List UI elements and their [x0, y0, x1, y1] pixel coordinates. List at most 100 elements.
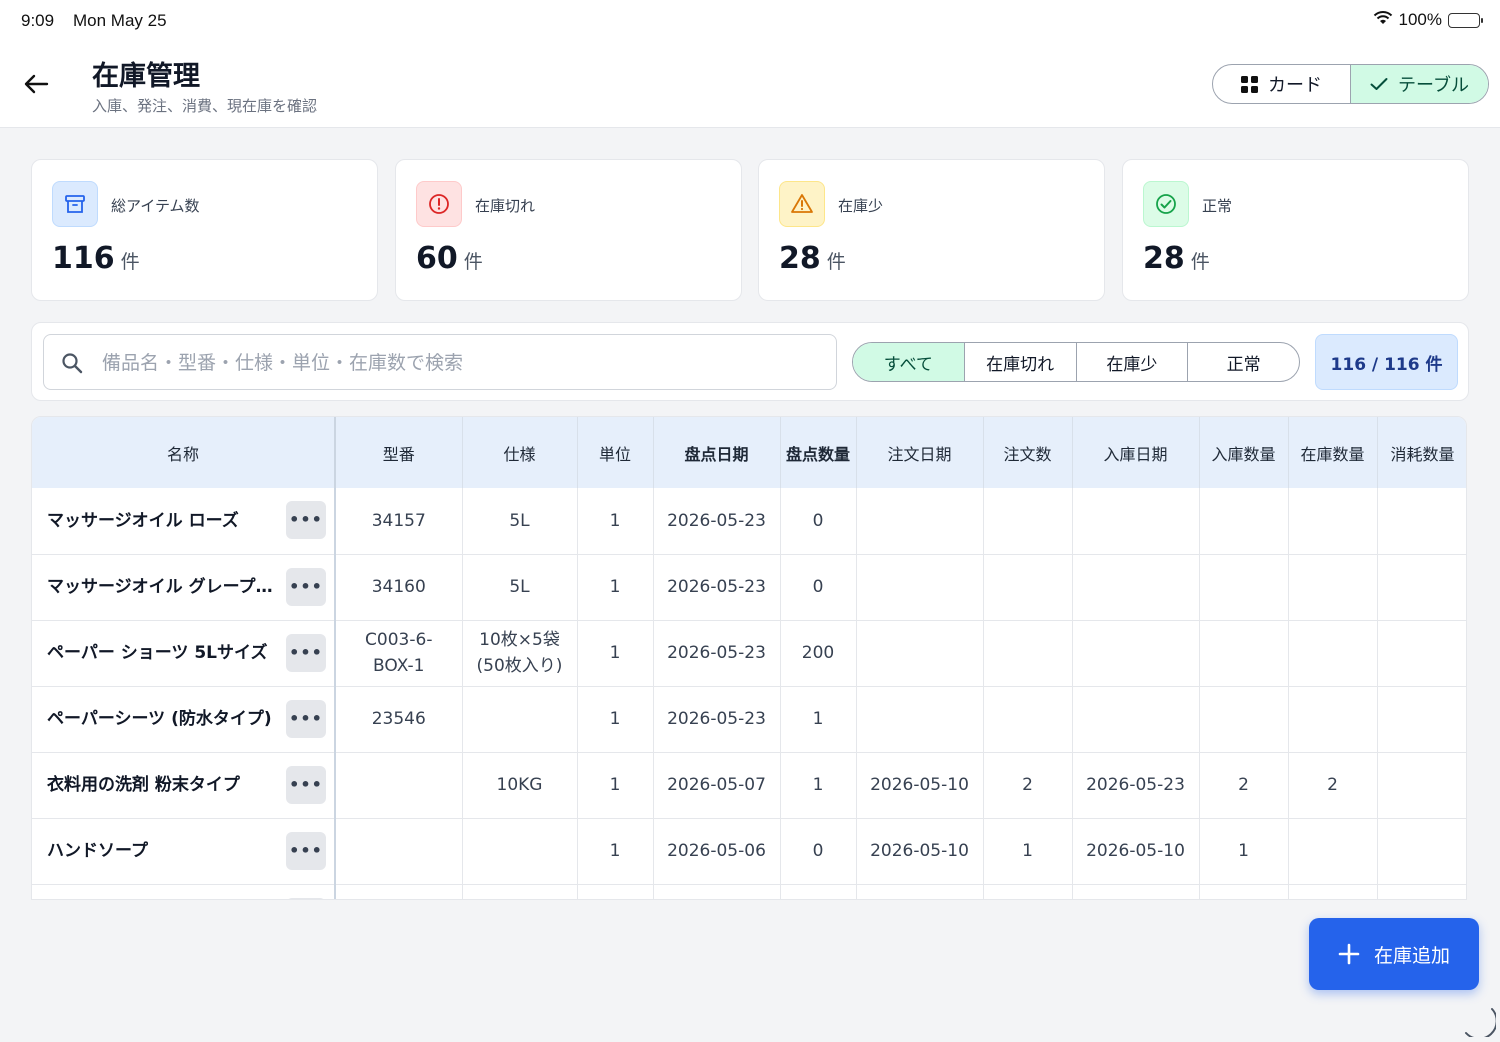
table-cell	[1377, 884, 1466, 899]
result-count-badge: 116 / 116 件	[1315, 334, 1458, 390]
filter-all[interactable]: すべて	[853, 343, 964, 381]
table-cell: 34157	[335, 488, 463, 555]
table-row[interactable]: ハンドソープ ••• 1 2026-05-06 0 2026-05-10 1 2026-05-…	[32, 818, 1466, 885]
page-title: 在庫管理	[92, 61, 200, 92]
column-header[interactable]: 単位	[577, 417, 654, 488]
stat-card-low-stock: 在庫少 28 件	[758, 159, 1105, 301]
column-header[interactable]: 名称	[32, 417, 336, 488]
table-cell	[462, 884, 578, 899]
table-cell: 23546	[335, 686, 463, 753]
column-header[interactable]: 入庫日期	[1072, 417, 1200, 488]
arrow-left-icon	[24, 74, 49, 94]
table-row[interactable]: マッサージオイル グレープフルーツ•••341605L12026-05-230	[32, 554, 1466, 621]
status-date: Mon May 25	[73, 11, 167, 30]
stat-label: 正常	[1202, 197, 1233, 215]
table-cell: 1	[780, 686, 857, 753]
stat-label: 総アイテム数	[111, 197, 200, 215]
column-header[interactable]: 型番	[335, 417, 463, 488]
check-circle-icon	[1143, 181, 1189, 227]
more-options-icon[interactable]: •••	[286, 633, 326, 672]
table-cell: 2	[983, 752, 1073, 819]
view-table-label: テーブル	[1398, 75, 1469, 96]
table-cell	[1072, 488, 1200, 555]
table-row[interactable]: •••	[32, 884, 1466, 899]
add-stock-label: 在庫追加	[1373, 944, 1450, 967]
column-header[interactable]: 消耗数量	[1377, 417, 1466, 488]
table-cell	[983, 554, 1073, 621]
filter-out-of-stock[interactable]: 在庫切れ	[963, 343, 1076, 381]
table-cell: 2	[1199, 752, 1289, 819]
table-cell: 0	[780, 818, 857, 885]
column-header[interactable]: 盘点日期	[653, 417, 781, 488]
item-name-cell: ペーパー ショーツ 5Lサイズ •••	[32, 620, 336, 687]
stat-value: 116 件	[52, 241, 140, 276]
table-row[interactable]: ペーパーシーツ (防水タイプ) ••• 23546 1 2026-05-23 1	[32, 686, 1466, 753]
view-card-label: カード	[1268, 75, 1322, 96]
table-cell: 2026-05-10	[856, 752, 984, 819]
table-row[interactable]: ペーパー ショーツ 5Lサイズ ••• C003-6-BOX-1 10枚×5袋 (50…	[32, 620, 1466, 687]
more-options-icon[interactable]: •••	[286, 501, 326, 539]
table-cell: 1	[577, 818, 654, 885]
table-cell: 2026-05-06	[653, 818, 781, 885]
search-input[interactable]	[102, 343, 822, 383]
table-cell: C003-6-BOX-1	[335, 620, 463, 687]
column-header[interactable]: 入庫数量	[1199, 417, 1289, 488]
table-cell	[856, 884, 984, 899]
more-options-icon[interactable]: •••	[286, 765, 326, 804]
item-name-cell: •••	[32, 884, 336, 899]
table-cell	[335, 752, 463, 819]
column-header[interactable]: 注文日期	[856, 417, 984, 488]
table-cell	[983, 884, 1073, 899]
warning-triangle-icon	[779, 181, 825, 227]
table-row[interactable]: 衣料用の洗剤 粉末タイプ ••• 10KG 1 2026-05-07 1 2026-05-1…	[32, 752, 1466, 819]
table-cell	[1072, 620, 1200, 687]
table-cell: 2026-05-10	[1072, 818, 1200, 885]
search-box	[43, 334, 837, 390]
view-table-button[interactable]: テーブル	[1350, 65, 1488, 103]
status-right: 100%	[1373, 10, 1483, 30]
grid-icon	[1241, 75, 1258, 93]
table-cell: 1	[577, 554, 654, 621]
table-cell: 1	[577, 752, 654, 819]
more-options-icon[interactable]: •••	[286, 699, 326, 738]
column-header[interactable]: 在庫数量	[1288, 417, 1378, 488]
check-icon	[1370, 78, 1388, 90]
stat-label: 在庫少	[838, 197, 884, 215]
table-cell: 2026-05-10	[856, 818, 984, 885]
filter-low-stock[interactable]: 在庫少	[1075, 343, 1188, 381]
back-button[interactable]	[20, 68, 52, 100]
table-cell	[1377, 818, 1466, 885]
view-card-button[interactable]: カード	[1213, 65, 1350, 103]
table-cell	[1072, 554, 1200, 621]
filter-normal[interactable]: 正常	[1187, 343, 1299, 381]
table-cell	[1072, 686, 1200, 753]
table-cell	[1199, 884, 1289, 899]
add-stock-button[interactable]: 在庫追加	[1309, 918, 1479, 990]
search-icon	[61, 352, 83, 378]
status-filter: すべて 在庫切れ 在庫少 正常	[852, 342, 1300, 382]
item-name: 衣料用の洗剤 粉末タイプ	[47, 775, 240, 795]
column-header[interactable]: 注文数	[983, 417, 1073, 488]
inventory-table: 名称 型番 仕様 単位 盘点日期 盘点数量 注文日期 注文数 入庫日期 入庫数量…	[31, 416, 1467, 900]
more-options-icon[interactable]: •••	[286, 567, 326, 606]
item-name: ハンドソープ	[47, 841, 148, 861]
wifi-icon	[1373, 10, 1393, 30]
more-options-icon[interactable]: •••	[286, 831, 326, 870]
page-subtitle: 入庫、発注、消費、現在庫を確認	[92, 97, 318, 115]
table-row[interactable]: マッサージオイル ローズ ••• 34157 5L 1 2026-05-23 0	[32, 488, 1466, 555]
stat-value: 28 件	[779, 241, 846, 276]
filter-bar: すべて 在庫切れ 在庫少 正常 116 / 116 件	[31, 322, 1469, 401]
table-cell	[335, 818, 463, 885]
column-header[interactable]: 仕様	[462, 417, 578, 488]
more-options-icon[interactable]: •••	[286, 897, 326, 899]
plus-icon	[1338, 943, 1360, 965]
table-cell	[462, 818, 578, 885]
table-cell	[1288, 488, 1378, 555]
table-cell	[577, 884, 654, 899]
status-time: 9:09	[21, 11, 55, 30]
column-header[interactable]: 盘点数量	[780, 417, 857, 488]
stat-value: 60 件	[416, 241, 483, 276]
item-name-cell: ハンドソープ •••	[32, 818, 336, 885]
table-cell: 1	[577, 686, 654, 753]
table-cell: 2026-05-23	[653, 620, 781, 687]
